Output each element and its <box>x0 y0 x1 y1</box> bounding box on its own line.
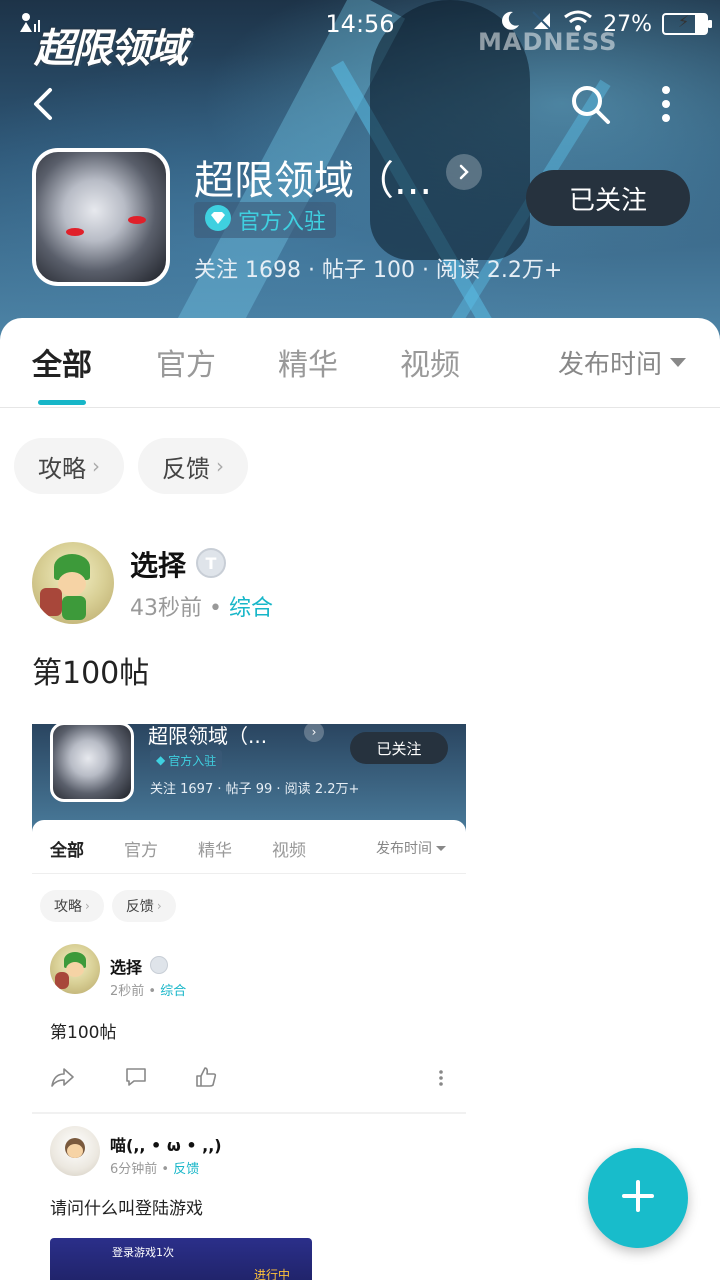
divider <box>32 1112 466 1114</box>
embedded-avatar-2 <box>50 1126 100 1176</box>
chevron-right-icon[interactable] <box>446 154 482 190</box>
embedded-tab-video: 视频 <box>272 841 306 861</box>
embedded-avatar <box>50 944 100 994</box>
plus-icon <box>620 1178 656 1218</box>
chip-label: 攻略 <box>38 454 86 483</box>
embedded-diamond-icon: ◆ <box>156 753 166 767</box>
embedded-caret-icon <box>436 845 446 851</box>
level-badge: T <box>196 548 226 578</box>
embedded-post2-category: 反馈 <box>173 1162 200 1177</box>
embedded-chip-label: 攻略 <box>54 899 82 915</box>
embedded-post2-author: 喵(,, • ω • ,,) <box>110 1136 222 1155</box>
more-vertical-icon <box>438 1066 444 1092</box>
avatar[interactable] <box>32 542 114 624</box>
embedded-post-category: 综合 <box>160 984 187 999</box>
post-time: 43秒前 <box>130 596 202 621</box>
app-icon[interactable] <box>32 148 170 286</box>
embedded-post-meta: 2秒前 • 综合 <box>110 980 186 999</box>
sort-dropdown[interactable]: 发布时间 <box>558 344 686 381</box>
mute-icon <box>531 10 553 38</box>
embedded-app-title: 超限领域（... <box>148 724 268 748</box>
post-author[interactable]: 选择 <box>130 544 186 584</box>
chevron-right-icon: › <box>216 454 224 478</box>
embedded-stats: 关注 1697 · 帖子 99 · 阅读 2.2万+ <box>150 782 360 797</box>
official-badge-label: 官方入驻 <box>238 210 327 235</box>
comment-icon <box>124 1066 148 1092</box>
chip-label: 反馈 <box>162 454 210 483</box>
status-bar: 14:56 27% ⚡ <box>0 0 720 50</box>
chip-feedback[interactable]: 反馈 › <box>138 438 248 494</box>
embedded-post2-time: 6分钟前 <box>110 1162 158 1177</box>
share-icon <box>50 1066 76 1092</box>
tab-featured[interactable]: 精华 <box>278 340 338 384</box>
embedded-level-badge <box>150 956 168 974</box>
meta-separator: • <box>161 1162 170 1177</box>
embedded-action-bar <box>50 1066 450 1096</box>
embedded-post2-text: 请问什么叫登陆游戏 <box>50 1199 203 1219</box>
new-post-button[interactable] <box>588 1148 688 1248</box>
back-icon[interactable] <box>26 82 66 126</box>
wifi-icon <box>563 10 593 38</box>
post-text[interactable]: 第100帖 <box>32 648 149 692</box>
embedded-official-badge: ◆ 官方入驻 <box>150 750 223 770</box>
active-tab-indicator <box>38 400 86 405</box>
embedded-follow-button: 已关注 <box>350 732 448 764</box>
moon-icon <box>499 10 521 38</box>
chevron-right-icon: › <box>92 454 100 478</box>
embedded-post2-meta: 6分钟前 • 反馈 <box>110 1158 199 1177</box>
embedded-app-icon <box>50 724 134 802</box>
caret-down-icon <box>670 358 686 367</box>
tab-bar: 全部 官方 精华 视频 发布时间 <box>0 318 720 408</box>
post-meta: 43秒前 • 综合 <box>130 590 273 622</box>
embedded-post-time: 2秒前 <box>110 984 145 999</box>
embedded-tab-featured: 精华 <box>198 841 232 861</box>
post-image[interactable]: 超限领域（... › ◆ 官方入驻 关注 1697 · 帖子 99 · 阅读 2… <box>32 724 466 1280</box>
search-icon[interactable] <box>568 82 612 126</box>
follow-button[interactable]: 已关注 <box>526 170 690 226</box>
embedded-chip-feedback: 反馈 › <box>111 890 176 922</box>
embedded-sort-label: 发布时间 <box>376 841 432 857</box>
embedded-post2-image: 登录游戏1次 进行中 <box>50 1238 312 1280</box>
embedded-image-status: 进行中 <box>253 1268 290 1280</box>
embedded-tab-bar: 全部 官方 精华 视频 发布时间 <box>32 820 466 874</box>
chip-guide[interactable]: 攻略 › <box>14 438 124 494</box>
tab-video[interactable]: 视频 <box>400 340 460 384</box>
embedded-image-text: 登录游戏1次 <box>112 1246 174 1259</box>
embedded-chip-label: 反馈 <box>125 899 154 915</box>
embedded-content: 全部 官方 精华 视频 发布时间 攻略 › 反馈 › 选择 2秒前 • 综合 第… <box>32 820 466 1280</box>
meta-separator: • <box>148 984 157 999</box>
embedded-post-author: 选择 <box>110 958 143 977</box>
battery-percent: 27% <box>603 11 652 37</box>
like-icon <box>194 1066 218 1092</box>
embedded-chip-guide: 攻略 › <box>40 890 104 922</box>
category-chips: 攻略 › 反馈 › <box>14 438 248 494</box>
post-category[interactable]: 综合 <box>229 596 273 621</box>
app-title[interactable]: 超限领域（... <box>194 148 432 206</box>
embedded-badge-label: 官方入驻 <box>168 753 217 768</box>
tab-all[interactable]: 全部 <box>32 340 92 384</box>
embedded-post-text: 第100帖 <box>50 1023 117 1043</box>
app-stats: 关注 1698 · 帖子 100 · 阅读 2.2万+ <box>194 258 563 283</box>
sort-label: 发布时间 <box>557 350 662 380</box>
embedded-sort: 发布时间 <box>376 838 446 858</box>
content-panel: 全部 官方 精华 视频 发布时间 攻略 › 反馈 › 选择 T 43秒前 • 综… <box>0 318 720 1280</box>
meta-separator: • <box>209 596 222 621</box>
embedded-chips: 攻略 › 反馈 › <box>40 890 176 922</box>
official-badge: 官方入驻 <box>194 202 337 238</box>
more-icon[interactable] <box>652 84 680 124</box>
embedded-tab-all: 全部 <box>50 841 84 861</box>
battery-icon: ⚡ <box>662 12 712 35</box>
embedded-tab-official: 官方 <box>124 841 158 861</box>
tab-official[interactable]: 官方 <box>156 340 216 384</box>
diamond-icon <box>204 204 232 236</box>
